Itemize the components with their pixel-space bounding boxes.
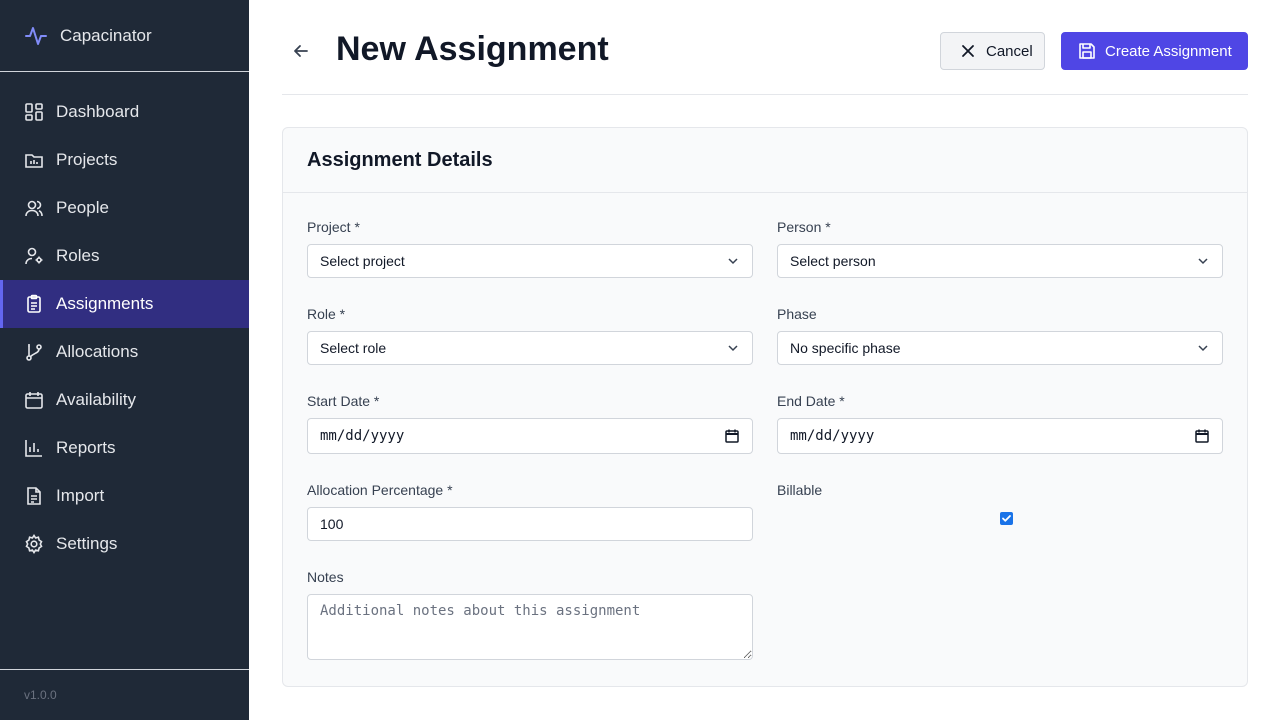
calendar-icon[interactable]	[1194, 428, 1210, 444]
sidebar-item-settings[interactable]: Settings	[0, 520, 249, 568]
create-assignment-button[interactable]: Create Assignment	[1061, 32, 1248, 70]
gear-icon	[24, 534, 44, 554]
sidebar-item-roles[interactable]: Roles	[0, 232, 249, 280]
page-header: New Assignment Cancel Create Assignment	[282, 0, 1248, 95]
billable-checkbox[interactable]	[1000, 512, 1013, 525]
sidebar-item-dashboard[interactable]: Dashboard	[0, 88, 249, 136]
assignments-icon	[24, 294, 44, 314]
start-date-value: mm/dd/yyyy	[320, 428, 405, 444]
sidebar-item-label: Reports	[56, 438, 116, 457]
sidebar-item-label: Allocations	[56, 342, 139, 361]
end-date-value: mm/dd/yyyy	[790, 428, 875, 444]
pulse-logo-icon	[24, 24, 48, 48]
import-icon	[24, 486, 44, 506]
sidebar-item-label: People	[56, 198, 109, 217]
start-date-input[interactable]: mm/dd/yyyy	[307, 418, 753, 454]
app-name: Capacinator	[60, 25, 152, 45]
project-select-value: Select project	[320, 253, 405, 269]
brand[interactable]: Capacinator	[0, 0, 249, 72]
allocation-percentage-input[interactable]: 100	[307, 507, 753, 541]
calendar-icon	[24, 390, 44, 410]
roles-icon	[24, 246, 44, 266]
phase-field: Phase No specific phase	[777, 306, 1223, 365]
phase-label: Phase	[777, 306, 817, 322]
cancel-button[interactable]: Cancel	[940, 32, 1045, 70]
role-label: Role *	[307, 306, 346, 322]
close-icon	[959, 42, 977, 60]
person-select-value: Select person	[790, 253, 876, 269]
project-field: Project * Select project	[307, 219, 753, 278]
role-select-value: Select role	[320, 340, 387, 356]
projects-icon	[24, 150, 44, 170]
person-field: Person * Select person	[777, 219, 1223, 278]
end-date-label: End Date *	[777, 393, 845, 409]
chevron-down-icon	[1196, 341, 1210, 355]
end-date-input[interactable]: mm/dd/yyyy	[777, 418, 1223, 454]
phase-select[interactable]: No specific phase	[777, 331, 1223, 365]
card-header: Assignment Details	[283, 128, 1247, 193]
allocation-field: Allocation Percentage * 100	[307, 482, 753, 541]
notes-textarea[interactable]	[307, 594, 753, 660]
assignment-details-card: Assignment Details Project * Select proj…	[282, 127, 1248, 687]
sidebar-item-import[interactable]: Import	[0, 472, 249, 520]
sidebar-item-label: Assignments	[56, 294, 154, 313]
sidebar-item-label: Import	[56, 486, 105, 505]
billable-label: Billable	[777, 482, 823, 498]
sidebar-item-label: Projects	[56, 150, 118, 169]
allocation-value: 100	[320, 516, 344, 532]
sidebar: Capacinator Dashboard Projects People Ro…	[0, 0, 249, 720]
allocations-icon	[24, 342, 44, 362]
chevron-down-icon	[726, 254, 740, 268]
end-date-field: End Date * mm/dd/yyyy	[777, 393, 1223, 454]
sidebar-item-allocations[interactable]: Allocations	[0, 328, 249, 376]
start-date-field: Start Date * mm/dd/yyyy	[307, 393, 753, 454]
page-title: New Assignment	[336, 30, 609, 68]
sidebar-item-label: Dashboard	[56, 102, 140, 121]
sidebar-item-assignments[interactable]: Assignments	[0, 280, 249, 328]
dashboard-icon	[24, 102, 44, 122]
chevron-down-icon	[1196, 254, 1210, 268]
cancel-button-label: Cancel	[986, 42, 1033, 60]
save-icon	[1078, 42, 1096, 60]
notes-field: Notes	[307, 569, 753, 665]
calendar-icon[interactable]	[724, 428, 740, 444]
sidebar-item-projects[interactable]: Projects	[0, 136, 249, 184]
person-label: Person *	[777, 219, 831, 235]
start-date-label: Start Date *	[307, 393, 380, 409]
sidebar-item-label: Roles	[56, 246, 100, 265]
sidebar-item-people[interactable]: People	[0, 184, 249, 232]
role-select[interactable]: Select role	[307, 331, 753, 365]
notes-label: Notes	[307, 569, 344, 585]
section-title: Assignment Details	[307, 148, 493, 171]
version-label: v1.0.0	[0, 669, 249, 720]
sidebar-item-label: Availability	[56, 390, 137, 409]
sidebar-nav: Dashboard Projects People Roles Assignme…	[0, 72, 249, 568]
reports-icon	[24, 438, 44, 458]
create-assignment-button-label: Create Assignment	[1105, 42, 1232, 60]
sidebar-item-availability[interactable]: Availability	[0, 376, 249, 424]
people-icon	[24, 198, 44, 218]
sidebar-item-label: Settings	[56, 534, 118, 553]
project-select[interactable]: Select project	[307, 244, 753, 278]
sidebar-item-reports[interactable]: Reports	[0, 424, 249, 472]
billable-field: Billable	[777, 482, 1223, 507]
role-field: Role * Select role	[307, 306, 753, 365]
allocation-label: Allocation Percentage *	[307, 482, 453, 498]
phase-select-value: No specific phase	[790, 340, 901, 356]
person-select[interactable]: Select person	[777, 244, 1223, 278]
project-label: Project *	[307, 219, 360, 235]
main-content: New Assignment Cancel Create Assignment …	[249, 0, 1280, 720]
back-arrow-icon[interactable]	[290, 40, 312, 62]
chevron-down-icon	[726, 341, 740, 355]
